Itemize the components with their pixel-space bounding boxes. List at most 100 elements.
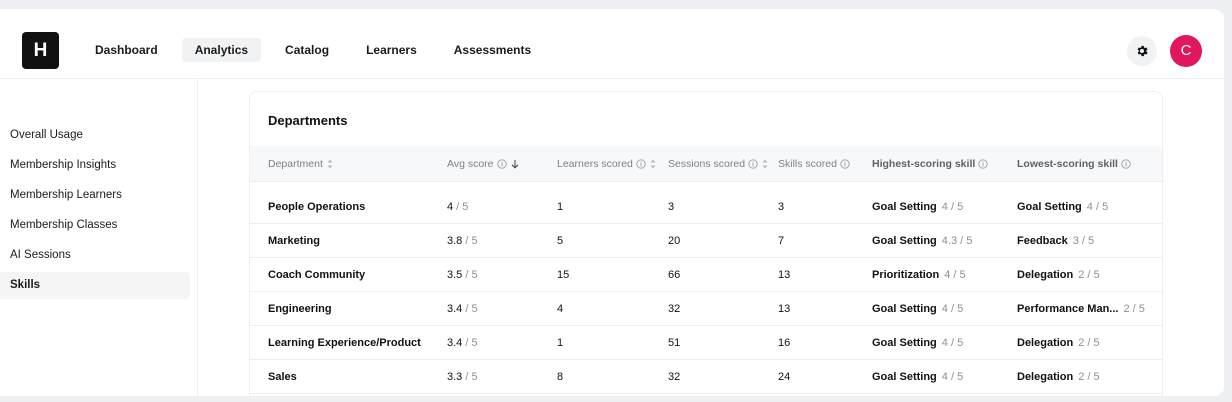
skill-score: 4.3 / 5 [941,235,973,247]
department-cell: Marketing [268,235,320,247]
info-icon[interactable] [496,159,507,169]
sidebar-item-membership-insights[interactable]: Membership Insights [0,152,190,179]
skill-score: 2 / 5 [1123,303,1145,315]
skills-scored-cell: 13 [778,303,791,315]
skills-scored-cell: 7 [778,235,785,247]
nav-assessments[interactable]: Assessments [441,38,544,62]
column-label: Highest-scoring skill [872,158,976,170]
avg-score-value: 3.3 [447,371,463,383]
column-label: Skills scored [778,158,837,170]
skill-score: 4 / 5 [1086,201,1109,213]
skill-name: Goal Setting [872,235,937,247]
learners-scored-cell: 1 [557,201,564,213]
sessions-scored-cell: 20 [668,235,681,247]
skill-name: Delegation [1017,371,1074,383]
lowest-skill-cell: Performance Man... 2 / 5 [1017,292,1145,326]
table-row[interactable]: Sales 3.3 / 5 8 32 24 Goal Setting 4 / 5 … [250,360,1162,394]
department-cell: Engineering [268,303,332,315]
column-header-lowest-skill[interactable]: Lowest-scoring skill [1017,146,1131,182]
nav-dashboard[interactable]: Dashboard [82,38,171,62]
info-icon[interactable] [978,159,988,169]
skill-name: Prioritization [872,269,940,281]
sidebar-item-overall-usage[interactable]: Overall Usage [0,122,190,149]
avg-score-max: / 5 [462,371,478,383]
lowest-skill-cell: Feedback 3 / 5 [1017,224,1094,258]
settings-button[interactable] [1127,36,1157,66]
skill-name: Performance Man... [1017,303,1119,315]
column-header-avg-score[interactable]: Avg score [447,146,520,182]
highest-skill-cell: Goal Setting 4 / 5 [872,326,963,360]
highest-skill-cell: Goal Setting 4 / 5 [872,292,963,326]
column-header-skills-scored[interactable]: Skills scored [778,146,850,182]
avg-score-cell: 3.5 / 5 [447,258,478,292]
table-row[interactable]: Coach Community 3.5 / 5 15 66 13 Priorit… [250,258,1162,292]
sessions-scored-cell: 51 [668,337,681,349]
main-nav: Dashboard Analytics Catalog Learners Ass… [82,38,555,62]
avg-score-cell: 3.3 / 5 [447,360,478,394]
sessions-scored-cell: 32 [668,303,681,315]
sort-icon [650,159,656,169]
brand-logo[interactable]: H [22,32,59,69]
table-row[interactable]: Marketing 3.8 / 5 5 20 7 Goal Setting 4.3… [250,224,1162,258]
column-header-learners-scored[interactable]: Learners scored [557,146,657,182]
skill-name: Goal Setting [1017,201,1082,213]
avg-score-max: / 5 [462,235,478,247]
analytics-sidebar: Overall Usage Membership Insights Member… [0,79,198,396]
sidebar-item-membership-learners[interactable]: Membership Learners [0,182,190,209]
column-header-highest-skill[interactable]: Highest-scoring skill [872,146,988,182]
nav-catalog[interactable]: Catalog [272,38,342,62]
info-icon[interactable] [636,159,646,169]
avg-score-value: 3.8 [447,235,463,247]
card-title: Departments [268,113,348,128]
nav-analytics[interactable]: Analytics [181,38,262,62]
info-icon[interactable] [1121,159,1131,169]
nav-learners[interactable]: Learners [353,38,430,62]
skill-name: Delegation [1017,269,1074,281]
sort-descending-icon [511,160,518,169]
skills-scored-cell: 13 [778,269,791,281]
column-label: Learners scored [557,158,633,170]
avg-score-value: 3.5 [447,269,463,281]
avg-score-max: / 5 [453,201,469,213]
skill-score: 4 / 5 [944,269,966,281]
skill-name: Goal Setting [872,337,937,349]
column-header-sessions-scored[interactable]: Sessions scored [668,146,769,182]
department-cell: Sales [268,371,297,383]
lowest-skill-cell: Delegation 2 / 5 [1017,258,1100,292]
department-cell: People Operations [268,201,366,213]
table-row[interactable]: Engineering 3.4 / 5 4 32 13 Goal Setting… [250,292,1162,326]
info-icon[interactable] [840,159,850,169]
sort-icon [327,159,333,169]
top-navigation-bar: H Dashboard Analytics Catalog Learners A… [0,9,1224,79]
lowest-skill-cell: Delegation 2 / 5 [1017,326,1100,360]
gear-icon [1137,45,1148,57]
skill-name: Delegation [1017,337,1074,349]
column-header-department[interactable]: Department [268,146,334,182]
learners-scored-cell: 8 [557,371,564,383]
lowest-skill-cell: Goal Setting 4 / 5 [1017,190,1108,224]
skill-score: 4 / 5 [941,303,964,315]
skill-score: 2 / 5 [1078,269,1100,281]
highest-skill-cell: Goal Setting 4.3 / 5 [872,224,972,258]
avg-score-max: / 5 [462,337,478,349]
lowest-skill-cell: Delegation 2 / 5 [1017,360,1100,394]
sidebar-item-skills[interactable]: Skills [0,272,190,299]
skills-scored-cell: 3 [778,201,785,213]
info-icon[interactable] [748,159,758,169]
table-row[interactable]: People Operations 4 / 5 1 3 3 Goal Setti… [250,190,1162,224]
department-cell: Coach Community [268,269,366,281]
learners-scored-cell: 5 [557,235,564,247]
highest-skill-cell: Prioritization 4 / 5 [872,258,966,292]
sidebar-item-ai-sessions[interactable]: AI Sessions [0,242,190,269]
avg-score-cell: 4 / 5 [447,190,468,224]
avg-score-value: 3.4 [447,303,463,315]
table-row[interactable]: Learning Experience/Product 3.4 / 5 1 51… [250,326,1162,360]
sidebar-item-membership-classes[interactable]: Membership Classes [0,212,190,239]
avg-score-cell: 3.4 / 5 [447,326,478,360]
learners-scored-cell: 1 [557,337,564,349]
table-header: Department Avg score Learners scored Ses… [250,146,1162,182]
user-avatar[interactable]: C [1170,35,1202,67]
avg-score-max: / 5 [462,269,478,281]
skill-name: Goal Setting [872,371,937,383]
skill-score: 4 / 5 [941,337,964,349]
